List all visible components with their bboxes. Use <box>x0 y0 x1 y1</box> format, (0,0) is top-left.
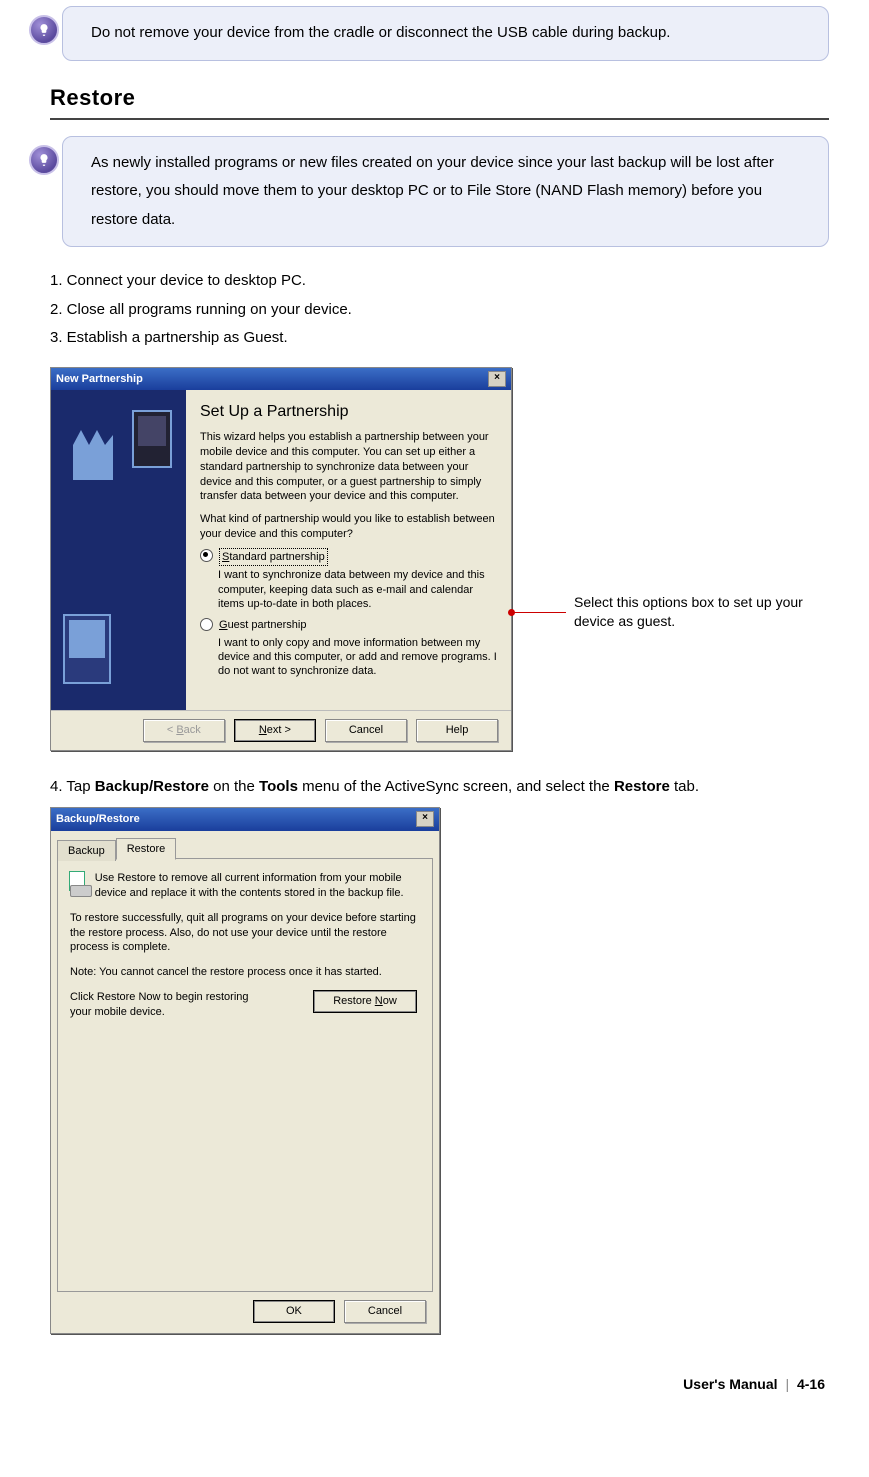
new-partnership-dialog: New Partnership × Set Up a Partnership T… <box>50 367 512 751</box>
ok-button[interactable]: OK <box>253 1300 335 1323</box>
restore-note: Note: You cannot cancel the restore proc… <box>70 965 420 980</box>
callout-line-icon <box>512 612 566 613</box>
restore-tab-panel: Use Restore to remove all current inform… <box>57 858 433 1292</box>
option-guest-partnership[interactable]: Guest partnership <box>200 617 497 634</box>
dialog-intro: This wizard helps you establish a partne… <box>200 430 497 504</box>
option-label: Guest partnership <box>219 617 306 634</box>
close-icon[interactable]: × <box>488 371 506 387</box>
option-standard-partnership[interactable]: Standard partnership <box>200 548 497 567</box>
dialog-titlebar: New Partnership × <box>51 368 511 391</box>
restore-instructions: To restore successfully, quit all progra… <box>70 911 420 956</box>
restore-intro: Use Restore to remove all current inform… <box>95 871 420 901</box>
next-button[interactable]: Next > <box>234 719 316 742</box>
note-box-restore-warning: As newly installed programs or new files… <box>62 136 829 248</box>
dialog-title: Backup/Restore <box>56 811 140 828</box>
cancel-button[interactable]: Cancel <box>325 719 407 742</box>
tab-restore[interactable]: Restore <box>116 838 177 861</box>
footer-page-number: 4-16 <box>797 1376 825 1392</box>
dialog-button-row: < Back Next > Cancel Help <box>51 710 511 750</box>
close-icon[interactable]: × <box>416 811 434 827</box>
dialog-titlebar: Backup/Restore × <box>51 808 439 831</box>
section-heading-restore: Restore <box>50 81 829 120</box>
note-box-backup-warning: Do not remove your device from the cradl… <box>62 6 829 61</box>
step-2: 2. Close all programs running on your de… <box>50 296 829 325</box>
option-standard-desc: I want to synchronize data between my de… <box>218 568 497 611</box>
restore-steps: 1. Connect your device to desktop PC. 2.… <box>50 267 829 353</box>
back-button: < Back <box>143 719 225 742</box>
page-footer: User's Manual | 4-16 <box>40 1374 829 1395</box>
dialog-button-row: OK Cancel <box>51 1292 439 1333</box>
restore-device-icon <box>70 871 85 897</box>
step-3: 3. Establish a partnership as Guest. <box>50 324 829 353</box>
note-text: As newly installed programs or new files… <box>91 154 774 228</box>
dialog-heading: Set Up a Partnership <box>200 400 497 424</box>
step-4: 4. Tap Backup/Restore on the Tools menu … <box>50 773 829 802</box>
restore-now-button[interactable]: Restore Now <box>313 990 417 1013</box>
lightbulb-icon <box>29 145 59 175</box>
cancel-button[interactable]: Cancel <box>344 1300 426 1323</box>
note-text: Do not remove your device from the cradl… <box>91 24 670 41</box>
step-1: 1. Connect your device to desktop PC. <box>50 267 829 296</box>
dialog-sidebar-graphic <box>51 390 186 710</box>
lightbulb-icon <box>29 15 59 45</box>
callout-guest-option: Select this options box to set up your d… <box>512 593 804 632</box>
callout-text: Select this options box to set up your d… <box>574 593 804 632</box>
dialog-question: What kind of partnership would you like … <box>200 512 497 542</box>
option-label: Standard partnership <box>219 548 328 567</box>
tab-strip: Backup Restore <box>51 838 439 860</box>
backup-restore-dialog: Backup/Restore × Backup Restore Use Rest… <box>50 807 440 1334</box>
help-button[interactable]: Help <box>416 719 498 742</box>
dialog-title: New Partnership <box>56 371 143 388</box>
footer-manual: User's Manual <box>683 1376 777 1392</box>
radio-icon[interactable] <box>200 549 213 562</box>
radio-icon[interactable] <box>200 618 213 631</box>
restore-click-text: Click Restore Now to begin restoring you… <box>70 990 270 1020</box>
tab-backup[interactable]: Backup <box>57 840 116 862</box>
option-guest-desc: I want to only copy and move information… <box>218 636 497 679</box>
